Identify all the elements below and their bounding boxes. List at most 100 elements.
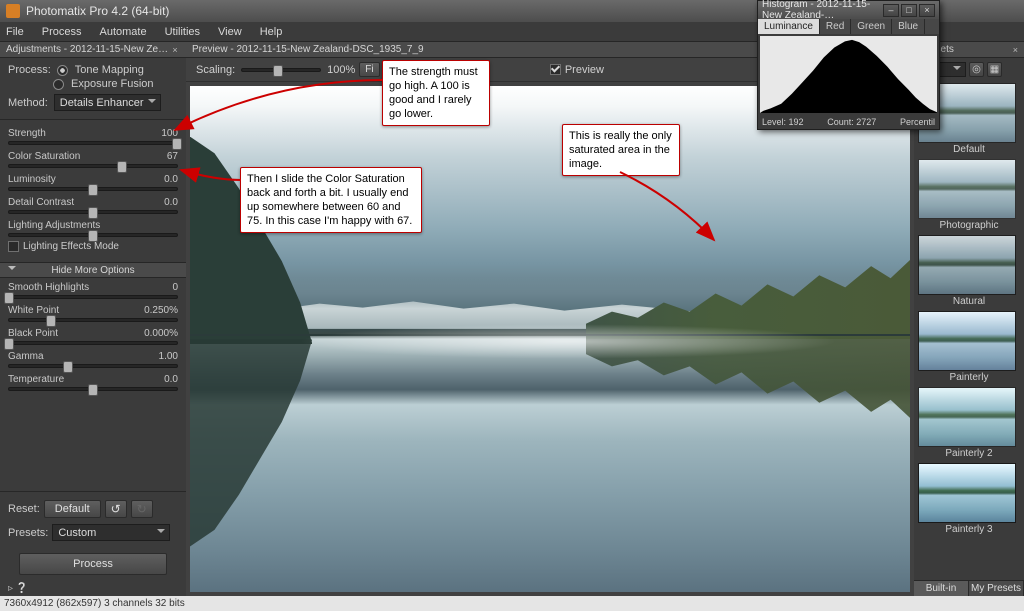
lighting-adjustments-slider[interactable]: Lighting Adjustments: [0, 216, 186, 239]
help-icon[interactable]: ▹ ❔: [0, 581, 186, 596]
color-saturation-slider[interactable]: Color Saturation 67: [0, 147, 186, 170]
histogram-window[interactable]: Histogram - 2012-11-15-New Zealand-… ‒ □…: [757, 0, 940, 130]
black-point-slider[interactable]: Black Point0.000%: [0, 324, 186, 347]
tab-green[interactable]: Green: [851, 19, 892, 34]
preset-thumb: [918, 387, 1016, 447]
lighting-adjustments-thumb[interactable]: [88, 230, 98, 242]
temperature-thumb[interactable]: [88, 384, 98, 396]
detail-contrast-slider[interactable]: Detail Contrast0.0: [0, 193, 186, 216]
preview-checkbox-label: Preview: [565, 64, 604, 76]
menu-process[interactable]: Process: [42, 26, 82, 38]
maximize-icon[interactable]: □: [901, 4, 917, 17]
adjustments-tab[interactable]: Adjustments - 2012-11-15-New Ze… ×: [0, 42, 186, 58]
hide-more-options-label: Hide More Options: [51, 265, 134, 276]
preset-painterly-3[interactable]: Painterly 3: [918, 463, 1020, 535]
smooth-highlights-thumb[interactable]: [4, 292, 14, 304]
luminosity-slider[interactable]: Luminosity 0.0: [0, 170, 186, 193]
menu-file[interactable]: File: [6, 26, 24, 38]
fit-button[interactable]: Fi: [359, 62, 379, 77]
tab-builtin[interactable]: Built-in: [914, 581, 969, 596]
menu-help[interactable]: Help: [260, 26, 283, 38]
tab-red[interactable]: Red: [820, 19, 851, 34]
temperature-label: Temperature: [8, 374, 64, 385]
exposure-fusion-radio[interactable]: [53, 78, 67, 90]
preset-caption: Painterly 3: [918, 524, 1020, 535]
lighting-adjustments-label: Lighting Adjustments: [8, 220, 100, 231]
preset-painterly-2[interactable]: Painterly 2: [918, 387, 1020, 459]
undo-icon: [111, 502, 121, 516]
tab-my-presets[interactable]: My Presets: [969, 581, 1024, 596]
exposure-fusion-label: Exposure Fusion: [71, 78, 154, 90]
lighting-effects-mode-checkbox[interactable]: [8, 241, 19, 252]
presets-label: Presets:: [8, 527, 48, 539]
luminosity-label: Luminosity: [8, 174, 56, 185]
color-saturation-thumb[interactable]: [117, 161, 127, 173]
process-button-label: Process: [73, 558, 113, 570]
preset-caption: Photographic: [918, 220, 1020, 231]
white-point-slider[interactable]: White Point0.250%: [0, 301, 186, 324]
gamma-slider[interactable]: Gamma1.00: [0, 347, 186, 370]
gamma-value: 1.00: [159, 351, 178, 362]
fit-button-label: Fi: [365, 64, 373, 75]
preview-tab-label: Preview - 2012-11-15-New Zealand-DSC_193…: [192, 44, 424, 55]
presets-dropdown[interactable]: Custom: [52, 524, 170, 541]
preview-image[interactable]: [190, 86, 910, 592]
preset-thumb: [918, 159, 1016, 219]
preset-caption: Natural: [918, 296, 1020, 307]
menu-utilities[interactable]: Utilities: [165, 26, 200, 38]
histogram-status: Level: 192 Count: 2727 Percentil: [758, 115, 939, 129]
strength-thumb[interactable]: [172, 138, 182, 150]
preset-natural[interactable]: Natural: [918, 235, 1020, 307]
close-icon[interactable]: ×: [170, 45, 180, 55]
default-button[interactable]: Default: [44, 500, 101, 518]
tone-mapping-radio[interactable]: [57, 64, 71, 76]
color-saturation-value: 67: [167, 151, 178, 162]
detail-contrast-thumb[interactable]: [88, 207, 98, 219]
method-label: Method:: [8, 97, 48, 109]
app-title: Photomatix Pro 4.2 (64-bit): [26, 4, 169, 18]
histogram-titlebar[interactable]: Histogram - 2012-11-15-New Zealand-… ‒ □…: [758, 1, 939, 19]
redo-button[interactable]: [131, 500, 153, 518]
reset-label: Reset:: [8, 503, 40, 515]
histogram-count: Count: 2727: [827, 117, 876, 127]
preset-thumb: [918, 235, 1016, 295]
close-icon[interactable]: ×: [1013, 45, 1018, 55]
presets-grid-button[interactable]: ▦: [987, 62, 1002, 77]
strength-slider[interactable]: Strength100: [0, 124, 186, 147]
tab-luminance[interactable]: Luminance: [758, 19, 820, 34]
preset-painterly[interactable]: Painterly: [918, 311, 1020, 383]
tone-mapping-label: Tone Mapping: [75, 64, 144, 76]
method-dropdown[interactable]: Details Enhancer: [54, 94, 161, 111]
luminosity-thumb[interactable]: [88, 184, 98, 196]
menu-view[interactable]: View: [218, 26, 242, 38]
smooth-highlights-value: 0: [172, 282, 178, 293]
temperature-slider[interactable]: Temperature0.0: [0, 370, 186, 393]
histogram-title: Histogram - 2012-11-15-New Zealand-…: [762, 0, 883, 21]
presets-value: Custom: [58, 527, 96, 539]
white-point-thumb[interactable]: [46, 315, 56, 327]
gamma-thumb[interactable]: [63, 361, 73, 373]
preview-checkbox[interactable]: [550, 64, 561, 75]
histogram-tabs: Luminance Red Green Blue: [758, 19, 939, 34]
tab-blue[interactable]: Blue: [892, 19, 925, 34]
black-point-thumb[interactable]: [4, 338, 14, 350]
scaling-slider[interactable]: [241, 68, 321, 72]
hide-more-options-header[interactable]: Hide More Options: [0, 262, 186, 278]
presets-target-button[interactable]: ◎: [969, 62, 984, 77]
preset-thumb: [918, 463, 1016, 523]
preset-photographic[interactable]: Photographic: [918, 159, 1020, 231]
close-icon[interactable]: ×: [919, 4, 935, 17]
menu-automate[interactable]: Automate: [99, 26, 146, 38]
adjustments-tab-label: Adjustments - 2012-11-15-New Ze…: [6, 44, 168, 55]
minimize-icon[interactable]: ‒: [883, 4, 899, 17]
chevron-down-icon: [8, 266, 16, 274]
status-text: 7360x4912 (862x597) 3 channels 32 bits: [4, 598, 185, 609]
histogram-percentile: Percentil: [900, 117, 935, 127]
smooth-highlights-slider[interactable]: Smooth Highlights0: [0, 278, 186, 301]
black-point-label: Black Point: [8, 328, 58, 339]
luminosity-value: 0.0: [164, 174, 178, 185]
color-saturation-label: Color Saturation: [8, 151, 80, 162]
undo-button[interactable]: [105, 500, 127, 518]
process-section: Process: Tone Mapping Exposure Fusion Me…: [0, 58, 186, 115]
process-button[interactable]: Process: [19, 553, 167, 575]
